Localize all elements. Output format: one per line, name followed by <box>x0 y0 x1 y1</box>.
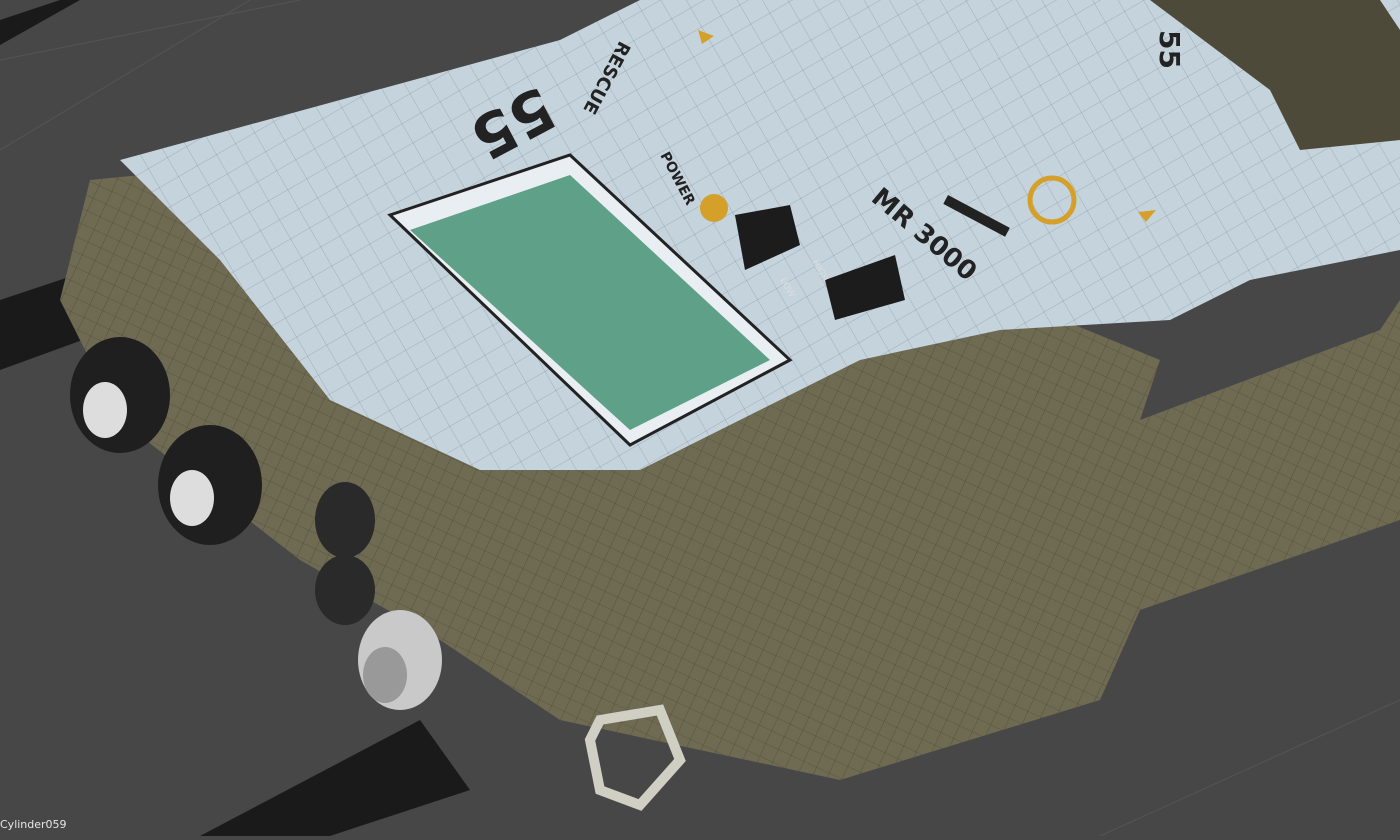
selected-object-label: Cylinder059 <box>0 818 67 831</box>
radio-model-wireframe[interactable]: 55 RESCUE POWER MR 3000 LOW HIGH 55 <box>0 0 1400 837</box>
3d-viewport[interactable]: 55 RESCUE POWER MR 3000 LOW HIGH 55 <box>0 0 1400 837</box>
top-badge-number: 55 <box>1153 30 1186 69</box>
power-button <box>700 194 728 222</box>
